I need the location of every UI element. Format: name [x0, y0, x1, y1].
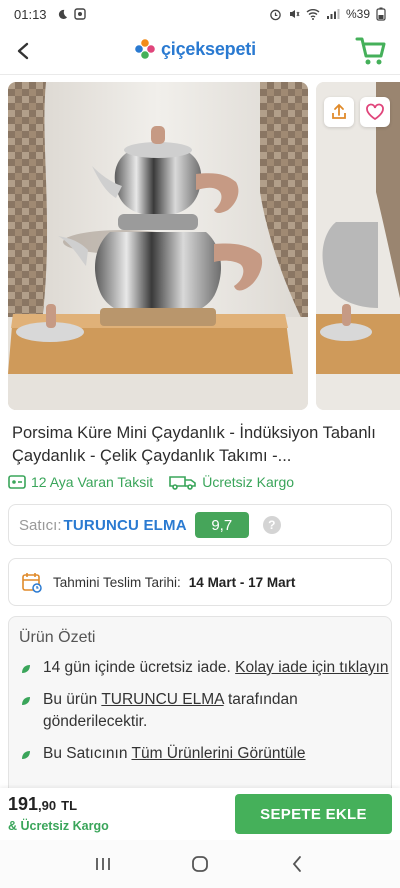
share-button[interactable]	[324, 97, 354, 127]
summary-seller-link[interactable]: TURUNCU ELMA	[101, 691, 223, 708]
app-header: çiçeksepeti	[0, 28, 400, 74]
status-time: 01:13	[14, 6, 47, 22]
product-title: Porsima Küre Mini Çaydanlık - İndüksiyon…	[12, 424, 376, 465]
system-back-button[interactable]	[277, 844, 317, 884]
product-image[interactable]	[8, 82, 308, 410]
seller-label: Satıcı:	[19, 516, 62, 534]
free-shipping-badge[interactable]: Ücretsiz Kargo	[169, 474, 294, 490]
alarm-icon	[270, 9, 281, 20]
recents-icon	[96, 858, 111, 870]
truck-icon	[169, 476, 197, 490]
cicek-sepeti-logo[interactable]: çiçeksepeti	[134, 38, 256, 60]
teapot-photo	[8, 82, 308, 410]
summary-title: Ürün Özeti	[19, 629, 96, 646]
summary-all-pre: Bu Satıcının	[43, 745, 128, 762]
seller-help-icon[interactable]: ?	[262, 516, 281, 534]
back-arrow-icon	[17, 42, 29, 60]
favorite-button[interactable]	[360, 97, 390, 127]
delivery-box: Tahmini Teslim Tarihi: 14 Mart - 17 Mart	[8, 558, 392, 606]
seller-rating-badge: 9,7	[194, 512, 249, 538]
teapot-photo-2	[316, 82, 400, 410]
product-price: 191,90 TL	[8, 794, 77, 815]
flower-logo-icon	[135, 39, 155, 59]
calendar-icon	[22, 573, 42, 593]
product-badges: 12 Aya Varan Taksit Ücretsiz Kargo	[8, 474, 388, 490]
installment-badge[interactable]: 12 Aya Varan Taksit	[8, 474, 153, 490]
free-shipping-text: Ücretsiz Kargo	[202, 474, 295, 490]
installment-icon	[8, 475, 26, 489]
wifi-icon	[306, 9, 320, 20]
home-button[interactable]	[180, 844, 220, 884]
heart-icon	[366, 103, 384, 121]
price-shipping-note: & Ücretsiz Kargo	[8, 819, 109, 833]
seller-name-link[interactable]: TURUNCU ELMA	[64, 517, 187, 534]
all-products-link[interactable]: Tüm Ürünlerini Görüntüle	[131, 745, 305, 762]
status-bar: 01:13 %39	[0, 0, 400, 28]
delivery-label: Tahmini Teslim Tarihi:	[53, 574, 181, 590]
price-decimal: ,90	[38, 798, 57, 813]
price-currency: TL	[61, 798, 78, 813]
back-button[interactable]	[8, 36, 38, 66]
home-icon	[192, 856, 208, 872]
summary-item-all-products: Bu Satıcının Tüm Ürünlerini Görüntüle	[21, 743, 391, 765]
leaf-bullet-icon	[22, 751, 30, 759]
easy-return-link[interactable]: Kolay iade için tıklayın	[235, 659, 388, 676]
summary-item-seller: Bu ürün TURUNCU ELMA tarafından gönderil…	[21, 689, 391, 733]
product-summary: Ürün Özeti 14 gün içinde ücretsiz iade. …	[8, 616, 392, 796]
installment-text: 12 Aya Varan Taksit	[31, 474, 154, 490]
seller-box: Satıcı: TURUNCU ELMA 9,7 ?	[8, 504, 392, 546]
header-divider	[0, 74, 400, 75]
leaf-bullet-icon	[22, 697, 30, 705]
logo-wordmark: çiçeksepeti	[161, 38, 256, 59]
notification-icon	[73, 8, 86, 20]
purchase-bar: 191,90 TL & Ücretsiz Kargo SEPETE EKLE	[0, 788, 400, 840]
system-nav-bar	[0, 840, 400, 888]
summary-seller-pre: Bu ürün	[43, 691, 98, 708]
moon-icon	[58, 9, 67, 19]
product-image-next[interactable]	[316, 82, 400, 410]
delivery-date: 14 Mart - 17 Mart	[188, 574, 296, 590]
recents-button[interactable]	[83, 844, 123, 884]
summary-item-return: 14 gün içinde ücretsiz iade. Kolay iade …	[21, 657, 391, 679]
battery-icon	[376, 7, 386, 21]
add-to-cart-button[interactable]: SEPETE EKLE	[235, 794, 392, 834]
price-integer: 191	[8, 794, 39, 814]
leaf-bullet-icon	[22, 665, 30, 673]
product-gallery[interactable]	[8, 82, 400, 410]
summary-return-text: 14 gün içinde ücretsiz iade.	[43, 659, 231, 676]
cart-icon	[355, 37, 386, 65]
nav-back-icon	[292, 856, 301, 872]
battery-level: %39	[345, 7, 370, 21]
share-icon	[332, 103, 346, 119]
mute-icon	[289, 10, 300, 18]
signal-icon	[326, 9, 340, 19]
cart-button[interactable]	[354, 34, 388, 68]
